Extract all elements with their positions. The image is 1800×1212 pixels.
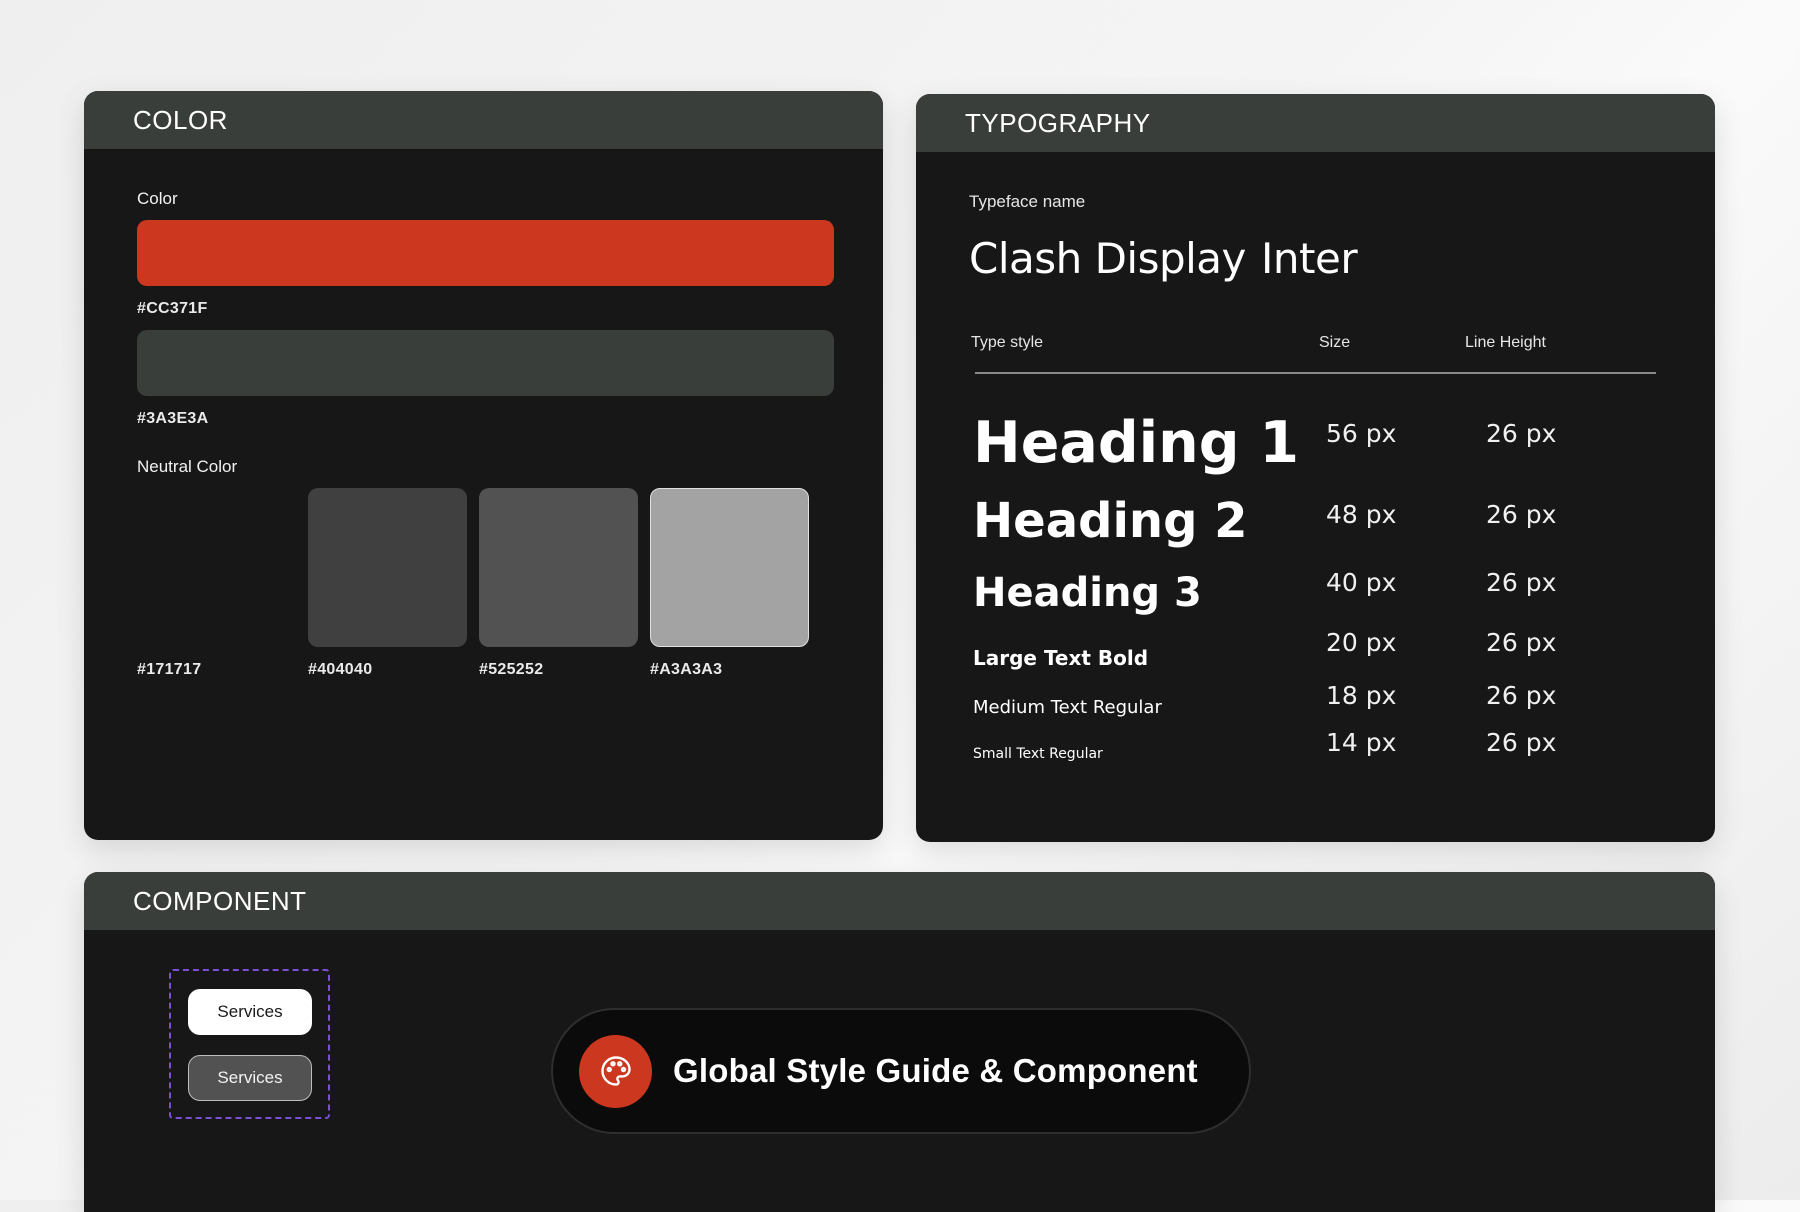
- typeface-label: Typeface name: [969, 192, 1086, 211]
- services-button-dark[interactable]: Services: [188, 1055, 312, 1101]
- type-line-height: 26 px: [1486, 568, 1557, 597]
- column-header-line-height: Line Height: [1465, 334, 1546, 351]
- typeface-name: Inter: [1261, 234, 1358, 283]
- column-header-size: Size: [1319, 334, 1351, 351]
- typeface-name: Clash Display: [969, 234, 1246, 283]
- type-style-heading-1: Heading 1: [973, 410, 1300, 476]
- neutral-hex: #171717: [137, 661, 202, 678]
- typography-section-title: TYPOGRAPHY: [916, 94, 1715, 152]
- neutral-color-label: Neutral Color: [137, 457, 238, 476]
- type-style-small-text-regular: Small Text Regular: [973, 746, 1103, 762]
- primary-color-swatch: [137, 220, 834, 286]
- neutral-swatch-525252: [479, 488, 638, 647]
- type-line-height: 26 px: [1486, 628, 1557, 657]
- primary-color-hex: #CC371F: [137, 300, 208, 317]
- services-button-light[interactable]: Services: [188, 989, 312, 1035]
- neutral-hex: #525252: [479, 661, 544, 678]
- type-line-height: 26 px: [1486, 728, 1557, 757]
- color-label: Color: [137, 189, 178, 208]
- type-line-height: 26 px: [1486, 419, 1557, 448]
- palette-icon: [579, 1034, 652, 1108]
- type-size: 40 px: [1326, 568, 1397, 597]
- type-size: 18 px: [1326, 681, 1397, 710]
- type-line-height: 26 px: [1486, 681, 1557, 710]
- color-section-title: COLOR: [84, 91, 883, 149]
- secondary-color-hex: #3A3E3A: [137, 410, 209, 427]
- component-card: COMPONENT Services Services Global Style…: [84, 872, 1715, 1212]
- type-style-heading-2: Heading 2: [973, 493, 1248, 549]
- secondary-color-swatch: [137, 330, 834, 396]
- neutral-swatch-171717: [137, 488, 296, 647]
- type-line-height: 26 px: [1486, 500, 1557, 529]
- type-style-medium-text-regular: Medium Text Regular: [973, 697, 1162, 718]
- neutral-swatch-a3a3a3: [650, 488, 809, 647]
- typography-card: TYPOGRAPHY Typeface name Clash Display I…: [916, 94, 1715, 842]
- style-guide-banner[interactable]: Global Style Guide & Component: [551, 1008, 1251, 1134]
- type-size: 14 px: [1326, 728, 1397, 757]
- column-header-type-style: Type style: [971, 334, 1044, 351]
- type-size: 20 px: [1326, 628, 1397, 657]
- type-size: 48 px: [1326, 500, 1397, 529]
- type-style-heading-3: Heading 3: [973, 570, 1202, 616]
- type-size: 56 px: [1326, 419, 1397, 448]
- component-section-title: COMPONENT: [84, 872, 1715, 930]
- table-divider: [975, 372, 1656, 374]
- color-card: COLOR Color #CC371F #3A3E3A Neutral Colo…: [84, 91, 883, 840]
- neutral-swatch-404040: [308, 488, 467, 647]
- neutral-hex: #404040: [308, 661, 373, 678]
- type-style-large-text-bold: Large Text Bold: [973, 646, 1149, 670]
- banner-title: Global Style Guide & Component: [673, 1052, 1198, 1089]
- neutral-hex: #A3A3A3: [650, 661, 723, 678]
